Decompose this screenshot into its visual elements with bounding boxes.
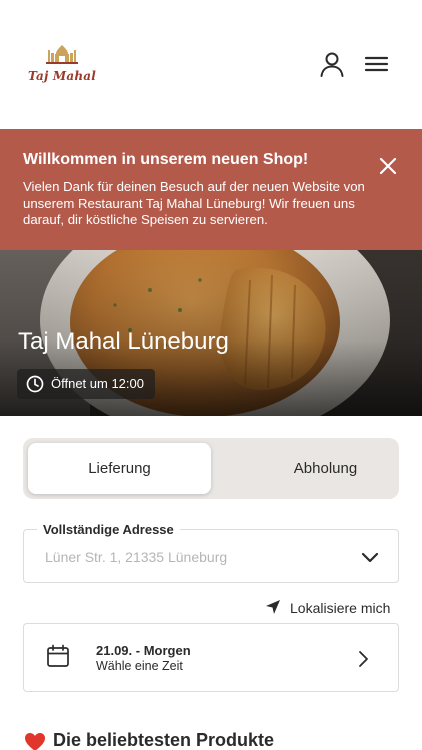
opening-hours-badge: Öffnet um 12:00 <box>17 369 155 399</box>
heart-icon <box>25 733 45 750</box>
restaurant-name: Taj Mahal Lüneburg <box>18 328 229 355</box>
hamburger-menu-icon[interactable] <box>363 50 391 78</box>
taj-mahal-logo-icon <box>46 45 78 64</box>
taj-mahal-logo[interactable]: Taj Mahal <box>26 44 98 88</box>
selected-date: 21.09. - Morgen <box>96 643 191 658</box>
app-header: Taj Mahal <box>0 0 422 129</box>
chevron-right-icon <box>359 651 368 667</box>
tab-pickup[interactable]: Abholung <box>234 443 417 494</box>
locate-me-label: Lokalisiere mich <box>290 600 391 616</box>
chevron-down-icon[interactable] <box>360 550 380 564</box>
hero-image: Taj Mahal Lüneburg Öffnet um 12:00 <box>0 250 422 416</box>
address-input[interactable] <box>45 549 345 565</box>
address-field[interactable] <box>23 529 399 583</box>
tab-delivery[interactable]: Lieferung <box>28 443 211 494</box>
locate-me-button[interactable]: Lokalisiere mich <box>264 598 390 618</box>
popular-products-title: Die beliebtesten Produkte <box>53 730 275 750</box>
calendar-icon <box>47 644 69 667</box>
close-icon[interactable] <box>378 156 398 176</box>
clock-icon <box>26 375 44 393</box>
time-selector[interactable]: 21.09. - Morgen Wähle eine Zeit <box>23 623 399 692</box>
welcome-banner: Willkommen in unserem neuen Shop! Vielen… <box>0 129 422 250</box>
banner-text: Vielen Dank für deinen Besuch auf der ne… <box>23 179 365 227</box>
location-arrow-icon <box>266 600 280 614</box>
address-label: Vollständige Adresse <box>37 522 180 537</box>
opening-text: Öffnet um 12:00 <box>51 376 144 391</box>
logo-text: Taj Mahal <box>28 69 96 83</box>
choose-time-label: Wähle eine Zeit <box>96 659 183 673</box>
banner-title: Willkommen in unserem neuen Shop! <box>23 151 309 168</box>
user-icon[interactable] <box>318 50 346 78</box>
order-mode-toggle: Lieferung Abholung <box>23 438 399 499</box>
